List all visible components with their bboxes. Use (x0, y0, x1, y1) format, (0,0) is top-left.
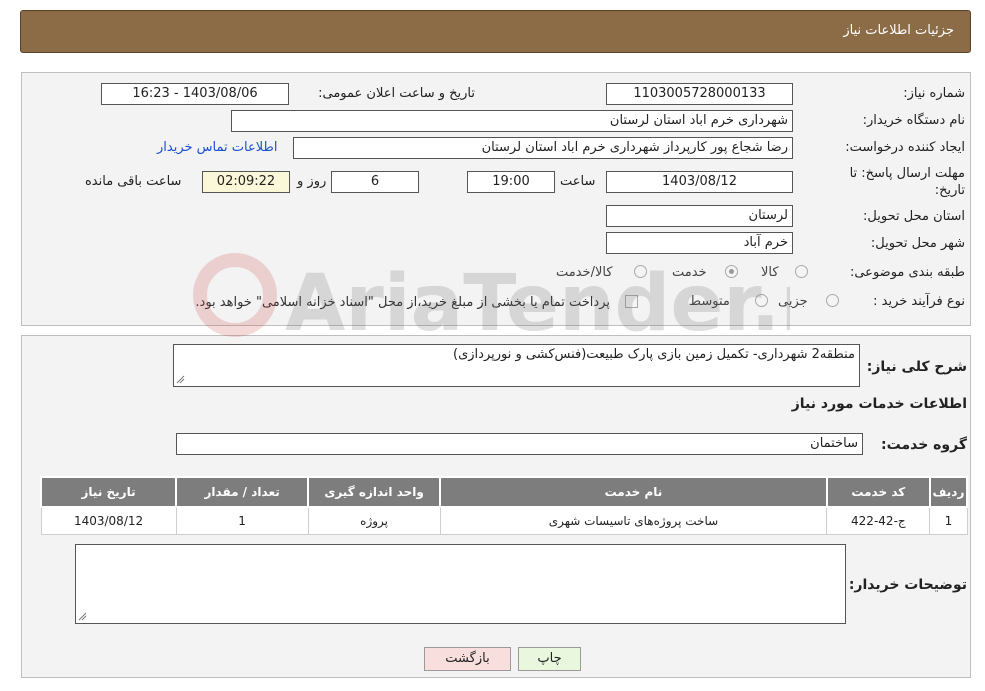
category-radio-goods[interactable] (795, 265, 808, 278)
service-group-field: ساختمان (176, 433, 863, 455)
deadline-time-field: 19:00 (467, 171, 555, 193)
summary-textarea: منطقه2 شهرداری- تکمیل زمین بازی پارک طبی… (173, 344, 860, 387)
province-label: استان محل تحویل: (863, 209, 965, 224)
need-number-label: شماره نیاز: (903, 86, 965, 101)
resize-grip-icon[interactable] (176, 375, 185, 384)
category-label: طبقه بندی موضوعی: (849, 265, 965, 280)
deadline-date-field: 1403/08/12 (606, 171, 793, 193)
creator-label: ایجاد کننده درخواست: (845, 140, 965, 155)
deadline-label-line2: تاریخ: (934, 183, 965, 198)
buyer-org-field: شهرداری خرم اباد استان لرستان (231, 110, 793, 132)
deadline-label-line1: مهلت ارسال پاسخ: تا (849, 166, 965, 181)
back-button[interactable]: بازگشت (424, 647, 511, 671)
announce-datetime-field: 1403/08/06 - 16:23 (101, 83, 289, 105)
creator-field: رضا شجاع پور کارپرداز شهرداری خرم اباد ا… (293, 137, 793, 159)
category-option-goods: کالا (761, 265, 779, 280)
category-option-goods-service: کالا/خدمت (556, 265, 613, 280)
remaining-days-field: 6 (331, 171, 419, 193)
city-label: شهر محل تحویل: (870, 236, 965, 251)
services-heading: اطلاعات خدمات مورد نیاز (791, 396, 967, 412)
days-label: روز و (297, 174, 327, 189)
cell-need-date: 1403/08/12 (40, 506, 177, 535)
buyer-org-label: نام دستگاه خریدار: (862, 113, 965, 128)
remaining-time-field: 02:09:22 (202, 171, 290, 193)
col-qty-header: تعداد / مقدار (175, 476, 310, 508)
need-number-field: 1103005728000133 (606, 83, 793, 105)
process-option-minor: جزیی (778, 294, 808, 309)
resize-grip-icon[interactable] (78, 612, 87, 621)
buyer-notes-textarea (75, 544, 846, 624)
buyer-contact-link[interactable]: اطلاعات تماس خریدار (157, 140, 277, 155)
table-row: 1 ج-42-422 ساخت پروژه‌های تاسیسات شهری پ… (40, 506, 968, 535)
page-header: جزئیات اطلاعات نیاز (20, 10, 971, 53)
cell-quantity: 1 (175, 506, 309, 535)
service-group-label: گروه خدمت: (881, 437, 967, 453)
process-type-label: نوع فرآیند خرید : (873, 294, 965, 309)
col-unit-header: واحد اندازه گیری (307, 476, 442, 508)
category-radio-service[interactable] (725, 265, 738, 278)
province-field: لرستان (606, 205, 793, 227)
remaining-time-label: ساعت باقی مانده (85, 174, 182, 189)
category-option-service: خدمت (672, 265, 707, 280)
col-code-header: کد خدمت (825, 476, 931, 508)
services-table: ردیف کد خدمت نام خدمت واحد اندازه گیری ت… (39, 476, 969, 535)
summary-label: شرح کلی نیاز: (866, 359, 967, 375)
process-option-medium: متوسط (689, 294, 730, 309)
col-row-header: ردیف (928, 476, 969, 508)
category-radio-goods-service[interactable] (634, 265, 647, 278)
cell-unit: پروژه (307, 506, 441, 535)
buyer-notes-label: توضیحات خریدار: (848, 577, 967, 593)
process-radio-medium[interactable] (755, 294, 768, 307)
treasury-payment-checkbox[interactable] (625, 295, 638, 308)
treasury-payment-note: پرداخت تمام یا بخشی از مبلغ خرید،از محل … (195, 295, 610, 310)
print-button[interactable]: چاپ (518, 647, 581, 671)
col-name-header: نام خدمت (439, 476, 828, 508)
cell-row-number: 1 (929, 506, 968, 535)
col-date-header: تاریخ نیاز (39, 476, 178, 508)
summary-text: منطقه2 شهرداری- تکمیل زمین بازی پارک طبی… (453, 347, 855, 362)
deadline-time-label: ساعت (560, 174, 596, 189)
announce-datetime-label: تاریخ و ساعت اعلان عمومی: (318, 86, 475, 101)
cell-service-code: ج-42-422 (826, 506, 931, 535)
page-title: جزئیات اطلاعات نیاز (843, 23, 954, 38)
city-field: خرم آباد (606, 232, 793, 254)
cell-service-name: ساخت پروژه‌های تاسیسات شهری (439, 506, 828, 535)
process-radio-minor[interactable] (826, 294, 839, 307)
services-table-header-row: ردیف کد خدمت نام خدمت واحد اندازه گیری ت… (39, 476, 969, 508)
